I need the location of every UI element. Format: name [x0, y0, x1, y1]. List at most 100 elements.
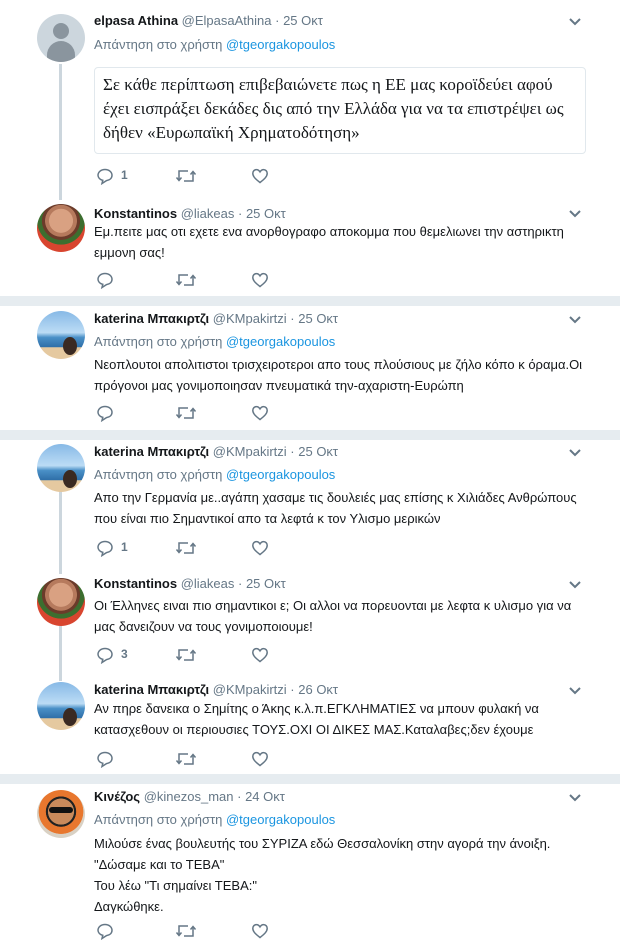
chevron-down-icon[interactable]: [568, 448, 582, 458]
retweet-icon[interactable]: [175, 922, 197, 940]
avatar[interactable]: [37, 311, 85, 359]
reply-to-label: Απάντηση στο χρήστη: [94, 812, 223, 827]
tweet[interactable]: katerina Μπακιρτζι @KMpakirtzi · 25 Οκτ …: [0, 440, 620, 574]
tweet-date[interactable]: 25 Οκτ: [298, 444, 338, 459]
thread-divider: [0, 296, 620, 306]
avatar[interactable]: [37, 444, 85, 492]
author-name[interactable]: Κινέζος: [94, 789, 140, 804]
author-name[interactable]: elpasa Athina: [94, 13, 178, 28]
avatar[interactable]: [37, 578, 85, 626]
tweet-header: Konstantinos @liakeas · 25 Οκτ: [94, 206, 286, 221]
tweet-date[interactable]: 25 Οκτ: [298, 311, 338, 326]
chevron-down-icon[interactable]: [568, 17, 582, 27]
reply-to-handle[interactable]: @tgeorgakopoulos: [226, 467, 335, 482]
retweet-icon[interactable]: [175, 539, 197, 557]
separator-dot: ·: [290, 311, 295, 326]
author-handle[interactable]: @KMpakirtzi: [213, 682, 287, 697]
tweet-text: Αν πηρε δανεικα ο Σημίτης ο Άκης κ.λ.π.Ε…: [94, 701, 539, 737]
tweet-text: Εμ.πειτε μας οτι εχετε ενα ανορθογραφο α…: [94, 224, 564, 260]
reply-to-label: Απάντηση στο χρήστη: [94, 334, 223, 349]
author-handle[interactable]: @kinezos_man: [144, 789, 234, 804]
chevron-down-icon[interactable]: [568, 315, 582, 325]
thread-divider: [0, 430, 620, 440]
reply-icon[interactable]: [96, 646, 114, 664]
tweet-text: Νεοπλουτοι απολιτιστοι τρισχειροτεροι απ…: [94, 357, 583, 393]
chevron-down-icon[interactable]: [568, 580, 582, 590]
tweet-text-line: Του λέω "Τι σημαίνει ΤΕΒΑ:": [94, 878, 257, 893]
tweet-date[interactable]: 24 Οκτ: [245, 789, 285, 804]
reply-icon[interactable]: [96, 271, 114, 289]
reply-icon[interactable]: [96, 404, 114, 422]
tweet-header: Konstantinos @liakeas · 25 Οκτ: [94, 576, 286, 591]
reply-count: 1: [121, 540, 128, 554]
retweet-icon[interactable]: [175, 271, 197, 289]
separator-dot: ·: [237, 576, 243, 591]
author-handle[interactable]: @KMpakirtzi: [213, 444, 287, 459]
tweet-date[interactable]: 25 Οκτ: [246, 206, 286, 221]
author-handle[interactable]: @KMpakirtzi: [213, 311, 287, 326]
retweet-icon[interactable]: [175, 167, 197, 185]
quoted-image-card[interactable]: Σε κάθε περίπτωση επιβεβαιώνετε πως η ΕΕ…: [94, 67, 586, 154]
retweet-icon[interactable]: [175, 404, 197, 422]
heart-icon[interactable]: [251, 646, 269, 664]
retweet-icon[interactable]: [175, 646, 197, 664]
author-name[interactable]: Konstantinos: [94, 206, 177, 221]
reply-thread-feed: elpasa Athina @ElpasaAthina · 25 Οκτ Απά…: [0, 0, 620, 944]
author-handle[interactable]: @liakeas: [181, 576, 235, 591]
avatar[interactable]: [37, 14, 85, 62]
author-name[interactable]: Konstantinos: [94, 576, 177, 591]
separator-dot: ·: [275, 13, 280, 28]
thread-divider: [0, 774, 620, 784]
chevron-down-icon[interactable]: [568, 686, 582, 696]
author-handle[interactable]: @liakeas: [181, 206, 235, 221]
tweet-text-line: "Δώσαμε και το ΤΕΒΑ": [94, 857, 225, 872]
separator-dot: ·: [237, 206, 243, 221]
reply-to-label: Απάντηση στο χρήστη: [94, 37, 223, 52]
avatar[interactable]: [37, 790, 85, 838]
heart-icon[interactable]: [251, 167, 269, 185]
tweet[interactable]: elpasa Athina @ElpasaAthina · 25 Οκτ Απά…: [0, 0, 620, 200]
avatar[interactable]: [37, 682, 85, 730]
reply-icon[interactable]: [96, 167, 114, 185]
tweet[interactable]: katerina Μπακιρτζι @KMpakirtzi · 25 Οκτ …: [0, 306, 620, 430]
chevron-down-icon[interactable]: [568, 793, 582, 803]
tweet[interactable]: Konstantinos @liakeas · 25 Οκτ Οι Έλληνε…: [0, 574, 620, 682]
tweet-date[interactable]: 26 Οκτ: [298, 682, 338, 697]
author-name[interactable]: katerina Μπακιρτζι: [94, 682, 209, 697]
avatar[interactable]: [37, 204, 85, 252]
reply-context: Απάντηση στο χρήστη @tgeorgakopoulos: [94, 467, 335, 482]
tweet-text-line: Δαγκώθηκε.: [94, 899, 164, 914]
reply-count: 1: [121, 168, 128, 182]
reply-icon[interactable]: [96, 750, 114, 768]
reply-to-handle[interactable]: @tgeorgakopoulos: [226, 812, 335, 827]
heart-icon[interactable]: [251, 271, 269, 289]
tweet-text: Οι Έλληνες ειναι πιο σημαντικοι ε; Οι αλ…: [94, 598, 572, 634]
separator-dot: ·: [237, 789, 242, 804]
tweet-date[interactable]: 25 Οκτ: [283, 13, 323, 28]
reply-context: Απάντηση στο χρήστη @tgeorgakopoulos: [94, 37, 335, 52]
tweet-text-line: Μιλούσε ένας βουλευτής του ΣΥΡΙΖΑ εδώ Θε…: [94, 836, 551, 851]
author-handle[interactable]: @ElpasaAthina: [182, 13, 272, 28]
heart-icon[interactable]: [251, 750, 269, 768]
author-name[interactable]: katerina Μπακιρτζι: [94, 311, 209, 326]
tweet[interactable]: Κινέζος @kinezos_man · 24 Οκτ Απάντηση σ…: [0, 784, 620, 944]
author-name[interactable]: katerina Μπακιρτζι: [94, 444, 209, 459]
tweet[interactable]: katerina Μπακιρτζι @KMpakirtzi · 26 Οκτ …: [0, 682, 620, 774]
chevron-down-icon[interactable]: [568, 209, 582, 219]
reply-to-handle[interactable]: @tgeorgakopoulos: [226, 334, 335, 349]
tweet-text: Απο την Γερμανία με..αγάπη χασαμε τις δο…: [94, 490, 577, 526]
separator-dot: ·: [290, 444, 295, 459]
reply-context: Απάντηση στο χρήστη @tgeorgakopoulos: [94, 812, 335, 827]
heart-icon[interactable]: [251, 404, 269, 422]
separator-dot: ·: [290, 682, 295, 697]
retweet-icon[interactable]: [175, 750, 197, 768]
heart-icon[interactable]: [251, 539, 269, 557]
tweet-date[interactable]: 25 Οκτ: [246, 576, 286, 591]
heart-icon[interactable]: [251, 922, 269, 940]
reply-to-handle[interactable]: @tgeorgakopoulos: [226, 37, 335, 52]
reply-icon[interactable]: [96, 922, 114, 940]
tweet[interactable]: Konstantinos @liakeas · 25 Οκτ Εμ.πειτε …: [0, 200, 620, 296]
reply-count: 3: [121, 647, 128, 661]
reply-to-label: Απάντηση στο χρήστη: [94, 467, 223, 482]
reply-icon[interactable]: [96, 539, 114, 557]
